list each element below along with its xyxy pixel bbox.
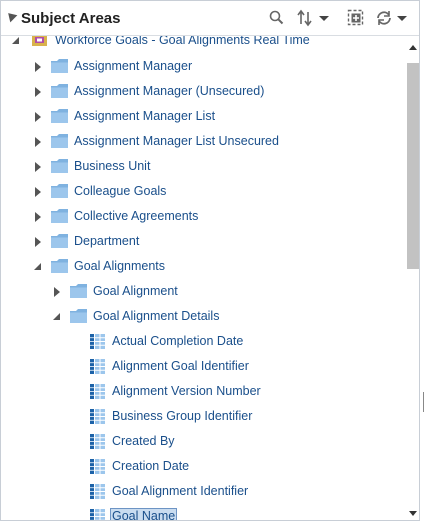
tree-folder-row[interactable]: Assignment Manager List Unsecured [1,129,405,154]
scroll-thumb[interactable] [407,63,419,269]
column-icon [90,484,105,502]
tree-column-label: Alignment Goal Identifier [112,359,249,373]
tree-root-row[interactable]: Workforce Goals - Goal Alignments Real T… [1,35,405,53]
folder-icon [51,159,69,177]
add-to-canvas-button[interactable] [347,9,365,29]
subject-area-tree: Workforce Goals - Goal Alignments Real T… [1,35,405,520]
collapsed-triangle-icon[interactable] [33,136,43,147]
tree-folder-row[interactable]: Department [1,229,405,254]
tree-column-row[interactable]: Business Group Identifier [1,404,405,429]
subject-areas-panel: Subject Areas Workforce Goals - Goal Ali… [0,0,420,521]
tree-column-label: Actual Completion Date [112,334,244,348]
tree-column-row[interactable]: Actual Completion Date [1,329,405,354]
tree-folder-row[interactable]: Assignment Manager [1,54,405,79]
collapsed-triangle-icon[interactable] [33,186,43,197]
folder-icon [51,234,69,252]
vertical-scrollbar[interactable] [405,35,419,520]
tree-folder-row[interactable]: Goal Alignment Details [1,304,405,329]
tree-folder-label: Assignment Manager List [74,109,216,123]
panel-header: Subject Areas [1,1,419,36]
tree-column-label: Alignment Version Number [112,384,261,398]
sort-button[interactable] [297,9,333,29]
folder-icon [51,134,69,152]
collapsed-triangle-icon[interactable] [52,286,62,297]
folder-icon [51,184,69,202]
tree-column-row[interactable]: Alignment Version Number [1,379,405,404]
folder-icon [51,84,69,102]
sort-icon [297,9,329,27]
folder-icon [70,284,88,302]
tree-folder-row[interactable]: Assignment Manager List [1,104,405,129]
panel-title: Subject Areas [21,10,121,27]
tree-folder-label: Department [74,234,140,248]
column-icon [90,409,105,427]
tree-column-label: Business Group Identifier [112,409,253,423]
collapsed-triangle-icon[interactable] [33,86,43,97]
expanded-triangle-icon[interactable] [33,261,43,271]
tree-folder-row[interactable]: Goal Alignment [1,279,405,304]
tree-folder-row[interactable]: Collective Agreements [1,204,405,229]
tree-column-label: Created By [112,434,175,448]
column-icon [90,334,105,352]
tree-root-label: Workforce Goals - Goal Alignments Real T… [55,35,310,47]
collapse-triangle-icon[interactable] [11,35,21,45]
collapse-panel-icon[interactable] [4,9,18,23]
tree-folder-label: Assignment Manager List Unsecured [74,134,279,148]
search-icon [269,10,284,25]
tree-column-label-selected: Goal Name [109,508,178,520]
folder-icon [70,309,88,327]
tree-folder-label: Assignment Manager (Unsecured) [74,84,265,98]
tree-column-row[interactable]: Goal Alignment Identifier [1,479,405,504]
folder-icon [51,259,69,277]
tree-folder-label: Collective Agreements [74,209,199,223]
folder-icon [51,209,69,227]
scroll-down-icon[interactable] [409,511,417,516]
collapsed-triangle-icon[interactable] [33,211,43,222]
tree-column-row[interactable]: Created By [1,429,405,454]
tree-column-row[interactable]: Alignment Goal Identifier [1,354,405,379]
column-icon [90,434,105,452]
panel-resize-handle[interactable] [423,392,426,412]
collapsed-triangle-icon[interactable] [33,61,43,72]
folder-icon [51,59,69,77]
search-button[interactable] [269,9,285,29]
tree-folder-label: Assignment Manager [74,59,193,73]
collapsed-triangle-icon[interactable] [33,111,43,122]
column-icon [90,509,105,520]
tree-column-row[interactable]: Goal Name [1,504,405,520]
tree-folder-row[interactable]: Goal Alignments [1,254,405,279]
tree-folder-row[interactable]: Business Unit [1,154,405,179]
tree-column-row[interactable]: Creation Date [1,454,405,479]
column-icon [90,359,105,377]
collapsed-triangle-icon[interactable] [33,236,43,247]
tree-folder-row[interactable]: Assignment Manager (Unsecured) [1,79,405,104]
tree-folder-label: Business Unit [74,159,151,173]
tree-folder-label: Colleague Goals [74,184,167,198]
tree-folder-label: Goal Alignment Details [93,309,220,323]
subject-area-icon [31,35,49,50]
collapsed-triangle-icon[interactable] [33,161,43,172]
tree-folder-row[interactable]: Colleague Goals [1,179,405,204]
refresh-icon [377,11,407,25]
tree-folder-label: Goal Alignments [74,259,166,273]
folder-icon [51,109,69,127]
add-to-canvas-icon [347,9,364,26]
tree-column-label: Creation Date [112,459,190,473]
refresh-button[interactable] [375,9,411,29]
column-icon [90,384,105,402]
column-icon [90,459,105,477]
expanded-triangle-icon[interactable] [52,311,62,321]
tree-folder-label: Goal Alignment [93,284,178,298]
tree-column-label: Goal Alignment Identifier [112,484,249,498]
scroll-up-icon[interactable] [409,45,417,50]
